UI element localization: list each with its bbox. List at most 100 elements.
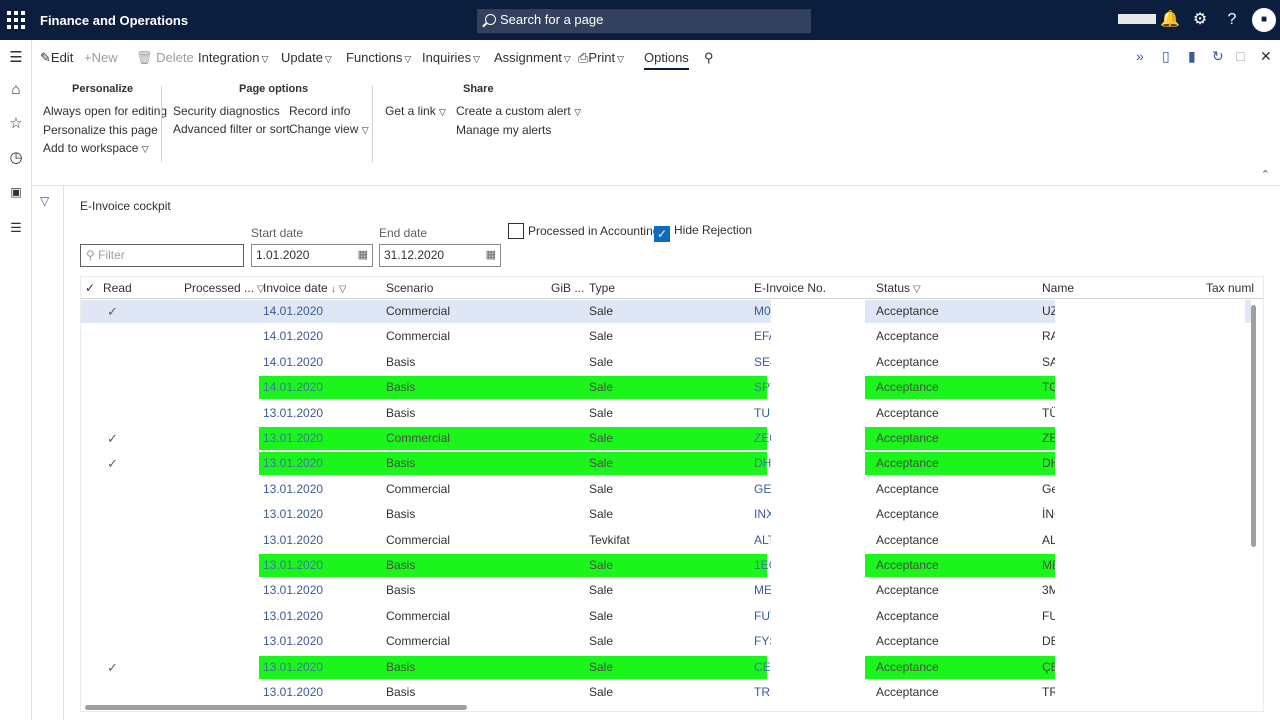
open-new-window-icon[interactable]: □	[1236, 48, 1244, 64]
app-launcher-icon[interactable]	[7, 11, 25, 29]
processed-in-accounting-checkbox[interactable]: Processed in Accounting	[508, 223, 659, 239]
ribbon-divider	[161, 86, 162, 162]
help-icon[interactable]: ?	[1222, 10, 1242, 30]
column-header-name[interactable]: Name	[1042, 281, 1074, 295]
status-cell: Acceptance	[876, 431, 939, 445]
invoice-date-cell[interactable]: 13.01.2020	[263, 578, 323, 603]
new-label: New	[91, 50, 118, 65]
office-icon[interactable]: ▯	[1162, 48, 1170, 65]
gear-icon[interactable]: ⚙	[1190, 10, 1210, 30]
column-header-gib[interactable]: GiB ...	[551, 281, 584, 295]
add-to-workspace-button[interactable]: Add to workspace ▽	[43, 141, 149, 155]
hamburger-menu-icon[interactable]: ☰	[6, 48, 26, 68]
scenario-cell: Commercial	[386, 304, 451, 318]
end-date-field[interactable]: 31.12.2020 ▦	[379, 244, 501, 267]
invoice-date-cell[interactable]: 13.01.2020	[263, 680, 323, 705]
e-invoice-no-cell[interactable]: DH	[754, 451, 771, 476]
column-header-e-invoice-no[interactable]: E-Invoice No.	[754, 281, 826, 295]
column-header-status[interactable]: Status ▽	[876, 281, 921, 295]
delete-label: Delete	[156, 50, 194, 65]
personalize-page-button[interactable]: Personalize this page	[43, 123, 158, 137]
invoice-date-cell[interactable]: 13.01.2020	[263, 477, 323, 502]
hide-rejection-checkbox[interactable]: ✓ Hide Rejection	[654, 223, 752, 242]
record-info-button[interactable]: Record info	[289, 104, 350, 118]
create-custom-alert-menu[interactable]: Create a custom alert ▽	[456, 104, 581, 118]
start-date-field[interactable]: 1.01.2020 ▦	[251, 244, 373, 267]
update-menu[interactable]: Update ▽	[281, 50, 332, 65]
type-cell: Sale	[589, 583, 614, 598]
delete-button[interactable]: 🗑 Delete	[136, 50, 194, 66]
column-header-type[interactable]: Type	[589, 281, 615, 295]
star-favorites-icon[interactable]: ☆	[6, 114, 26, 134]
new-button[interactable]: +New	[84, 50, 118, 65]
filter-input[interactable]: ⚲ Filter	[80, 244, 244, 267]
invoice-date-cell[interactable]: 13.01.2020	[263, 553, 323, 578]
status-cell: Acceptance	[876, 558, 939, 572]
page-title: E-Invoice cockpit	[80, 199, 171, 213]
type-cell: Sale	[589, 456, 614, 471]
column-header-invoice-date[interactable]: Invoice date ↓ ▽	[263, 281, 346, 295]
print-menu[interactable]: ⎙Print ▽	[578, 50, 624, 66]
status-cell: Acceptance	[876, 507, 939, 522]
manage-alerts-button[interactable]: Manage my alerts	[456, 123, 551, 137]
filter-funnel-icon: ▽	[913, 284, 921, 295]
security-diagnostics-button[interactable]: Security diagnostics	[173, 104, 280, 118]
power-apps-icon[interactable]: »	[1136, 48, 1144, 64]
select-all-checkmark[interactable]: ✓	[85, 281, 95, 295]
column-header-tax-number[interactable]: Tax numl	[1206, 281, 1254, 295]
refresh-icon[interactable]: ↻	[1212, 48, 1224, 65]
column-header-scenario[interactable]: Scenario	[386, 281, 433, 295]
action-search-icon[interactable]: ⚲	[704, 50, 714, 66]
invoice-date-cell[interactable]: 13.01.2020	[263, 629, 323, 654]
functions-menu[interactable]: Functions ▽	[346, 50, 411, 65]
filter-funnel-icon[interactable]: ▽	[40, 194, 49, 208]
type-cell: Sale	[589, 659, 614, 674]
modules-list-icon[interactable]: ☰	[6, 218, 26, 238]
inquiries-menu[interactable]: Inquiries ▽	[422, 50, 480, 65]
invoice-date-cell[interactable]: 14.01.2020	[263, 299, 323, 324]
always-open-for-editing-button[interactable]: Always open for editing	[43, 104, 167, 118]
column-header-processed[interactable]: Processed ... ▽	[184, 281, 265, 295]
scenario-cell: Basis	[386, 380, 416, 395]
invoice-date-cell[interactable]: 14.01.2020	[263, 375, 323, 400]
invoice-date-cell[interactable]: 13.01.2020	[263, 528, 323, 553]
horizontal-scrollbar[interactable]	[85, 705, 467, 710]
column-header-read[interactable]: Read	[103, 281, 132, 295]
invoice-date-cell[interactable]: 13.01.2020	[263, 604, 323, 629]
e-invoice-no-cell[interactable]: M0	[754, 299, 771, 324]
invoice-date-cell[interactable]: 13.01.2020	[263, 655, 323, 680]
avatar[interactable]: ■	[1252, 8, 1276, 32]
attachments-badge-icon[interactable]: ▮	[1188, 48, 1196, 65]
update-label: Update	[281, 50, 323, 65]
invoice-date-cell[interactable]: 13.01.2020	[263, 426, 323, 451]
change-view-menu[interactable]: Change view ▽	[289, 122, 369, 136]
workspace-icon[interactable]: ▣	[6, 182, 26, 202]
invoice-date-cell[interactable]: 13.01.2020	[263, 401, 323, 426]
notification-bell-icon[interactable]: 🔔	[1160, 10, 1180, 30]
integration-menu[interactable]: Integration ▽	[198, 50, 268, 65]
company-picker[interactable]	[1118, 14, 1156, 24]
close-icon[interactable]: ✕	[1260, 48, 1272, 65]
home-icon[interactable]: ⌂	[6, 80, 26, 100]
calendar-icon[interactable]: ▦	[486, 248, 496, 261]
assignment-menu[interactable]: Assignment ▽	[494, 50, 571, 65]
invoice-date-cell[interactable]: 13.01.2020	[263, 502, 323, 527]
search-input[interactable]: Search for a page	[477, 9, 811, 33]
row-highlight-band	[259, 452, 767, 476]
collapse-ribbon-icon[interactable]: ⌃	[1261, 168, 1270, 181]
app-title[interactable]: Finance and Operations	[40, 13, 188, 28]
invoice-date-cell[interactable]: 14.01.2020	[263, 350, 323, 375]
scenario-cell: Basis	[386, 685, 416, 699]
type-cell: Sale	[589, 405, 614, 420]
status-cell: Acceptance	[876, 659, 939, 674]
invoice-date-cell[interactable]: 14.01.2020	[263, 324, 323, 349]
calendar-icon[interactable]: ▦	[358, 248, 368, 261]
invoice-date-cell[interactable]: 13.01.2020	[263, 451, 323, 476]
clock-recent-icon[interactable]: ◷	[6, 148, 26, 168]
tab-options[interactable]: Options	[644, 50, 689, 70]
advanced-filter-button[interactable]: Advanced filter or sort	[173, 122, 290, 136]
type-cell: Sale	[589, 507, 614, 522]
edit-button[interactable]: ✎Edit	[40, 50, 73, 66]
vertical-scrollbar[interactable]	[1251, 305, 1256, 547]
get-a-link-menu[interactable]: Get a link ▽	[385, 104, 446, 118]
